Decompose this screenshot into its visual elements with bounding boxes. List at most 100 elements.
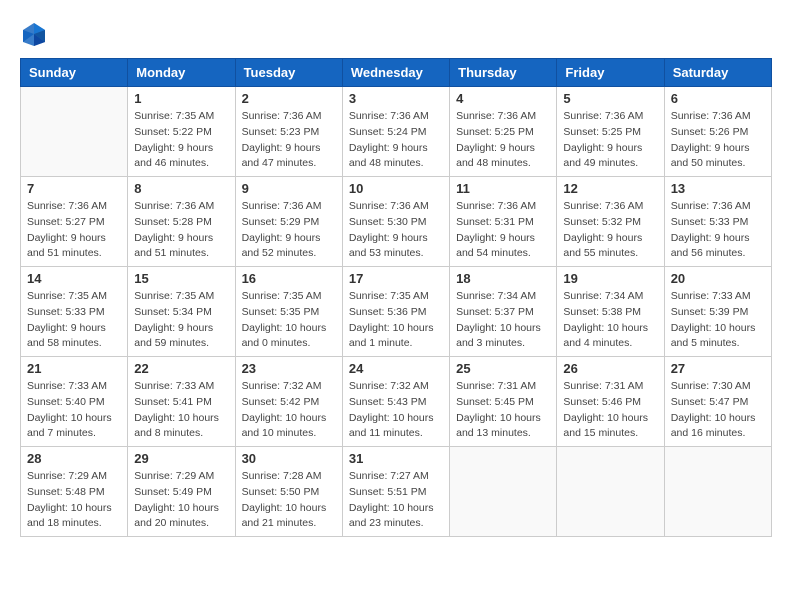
calendar-cell: 25 Sunrise: 7:31 AMSunset: 5:45 PMDayligh… — [450, 357, 557, 447]
calendar-cell: 28 Sunrise: 7:29 AMSunset: 5:48 PMDayligh… — [21, 447, 128, 537]
day-info: Sunrise: 7:33 AMSunset: 5:39 PMDaylight:… — [671, 289, 765, 352]
day-number: 2 — [242, 91, 336, 106]
calendar-header-thursday: Thursday — [450, 59, 557, 87]
calendar-cell: 6 Sunrise: 7:36 AMSunset: 5:26 PMDaylight… — [664, 87, 771, 177]
calendar-cell: 30 Sunrise: 7:28 AMSunset: 5:50 PMDayligh… — [235, 447, 342, 537]
calendar-cell: 7 Sunrise: 7:36 AMSunset: 5:27 PMDaylight… — [21, 177, 128, 267]
day-info: Sunrise: 7:30 AMSunset: 5:47 PMDaylight:… — [671, 379, 765, 442]
day-info: Sunrise: 7:32 AMSunset: 5:42 PMDaylight:… — [242, 379, 336, 442]
day-number: 24 — [349, 361, 443, 376]
day-number: 14 — [27, 271, 121, 286]
calendar-cell: 2 Sunrise: 7:36 AMSunset: 5:23 PMDaylight… — [235, 87, 342, 177]
day-number: 16 — [242, 271, 336, 286]
day-number: 3 — [349, 91, 443, 106]
day-info: Sunrise: 7:36 AMSunset: 5:31 PMDaylight:… — [456, 199, 550, 262]
calendar-cell: 12Sunrise: 7:36 AMSunset: 5:32 PMDayligh… — [557, 177, 664, 267]
calendar-cell: 20 Sunrise: 7:33 AMSunset: 5:39 PMDayligh… — [664, 267, 771, 357]
calendar-cell — [450, 447, 557, 537]
calendar-week-0: 1 Sunrise: 7:35 AMSunset: 5:22 PMDaylight… — [21, 87, 772, 177]
calendar-cell: 26 Sunrise: 7:31 AMSunset: 5:46 PMDayligh… — [557, 357, 664, 447]
calendar-cell: 13 Sunrise: 7:36 AMSunset: 5:33 PMDayligh… — [664, 177, 771, 267]
day-info: Sunrise: 7:36 AMSunset: 5:32 PMDaylight:… — [563, 199, 657, 262]
day-number: 20 — [671, 271, 765, 286]
day-number: 30 — [242, 451, 336, 466]
calendar-cell: 1 Sunrise: 7:35 AMSunset: 5:22 PMDaylight… — [128, 87, 235, 177]
calendar-header-tuesday: Tuesday — [235, 59, 342, 87]
calendar-header-row: SundayMondayTuesdayWednesdayThursdayFrid… — [21, 59, 772, 87]
day-number: 26 — [563, 361, 657, 376]
day-number: 25 — [456, 361, 550, 376]
calendar-cell: 19 Sunrise: 7:34 AMSunset: 5:38 PMDayligh… — [557, 267, 664, 357]
logo-icon — [20, 20, 48, 48]
day-number: 31 — [349, 451, 443, 466]
day-number: 10 — [349, 181, 443, 196]
calendar-cell — [21, 87, 128, 177]
calendar-week-2: 14Sunrise: 7:35 AMSunset: 5:33 PMDayligh… — [21, 267, 772, 357]
day-info: Sunrise: 7:36 AMSunset: 5:33 PMDaylight:… — [671, 199, 765, 262]
calendar: SundayMondayTuesdayWednesdayThursdayFrid… — [20, 58, 772, 537]
calendar-cell: 5Sunrise: 7:36 AMSunset: 5:25 PMDaylight… — [557, 87, 664, 177]
day-number: 9 — [242, 181, 336, 196]
day-number: 7 — [27, 181, 121, 196]
day-info: Sunrise: 7:36 AMSunset: 5:28 PMDaylight:… — [134, 199, 228, 262]
day-info: Sunrise: 7:35 AMSunset: 5:22 PMDaylight:… — [134, 109, 228, 172]
day-info: Sunrise: 7:36 AMSunset: 5:25 PMDaylight:… — [563, 109, 657, 172]
day-info: Sunrise: 7:35 AMSunset: 5:34 PMDaylight:… — [134, 289, 228, 352]
day-number: 29 — [134, 451, 228, 466]
day-number: 1 — [134, 91, 228, 106]
day-number: 22 — [134, 361, 228, 376]
day-info: Sunrise: 7:32 AMSunset: 5:43 PMDaylight:… — [349, 379, 443, 442]
day-number: 6 — [671, 91, 765, 106]
day-info: Sunrise: 7:36 AMSunset: 5:29 PMDaylight:… — [242, 199, 336, 262]
day-info: Sunrise: 7:35 AMSunset: 5:36 PMDaylight:… — [349, 289, 443, 352]
calendar-cell: 3Sunrise: 7:36 AMSunset: 5:24 PMDaylight… — [342, 87, 449, 177]
day-info: Sunrise: 7:27 AMSunset: 5:51 PMDaylight:… — [349, 469, 443, 532]
day-info: Sunrise: 7:29 AMSunset: 5:48 PMDaylight:… — [27, 469, 121, 532]
calendar-cell: 15 Sunrise: 7:35 AMSunset: 5:34 PMDayligh… — [128, 267, 235, 357]
calendar-header-wednesday: Wednesday — [342, 59, 449, 87]
calendar-cell: 11 Sunrise: 7:36 AMSunset: 5:31 PMDayligh… — [450, 177, 557, 267]
day-info: Sunrise: 7:36 AMSunset: 5:26 PMDaylight:… — [671, 109, 765, 172]
day-info: Sunrise: 7:36 AMSunset: 5:25 PMDaylight:… — [456, 109, 550, 172]
day-info: Sunrise: 7:34 AMSunset: 5:38 PMDaylight:… — [563, 289, 657, 352]
calendar-cell: 23 Sunrise: 7:32 AMSunset: 5:42 PMDayligh… — [235, 357, 342, 447]
calendar-cell: 10Sunrise: 7:36 AMSunset: 5:30 PMDayligh… — [342, 177, 449, 267]
calendar-cell: 4 Sunrise: 7:36 AMSunset: 5:25 PMDaylight… — [450, 87, 557, 177]
day-number: 17 — [349, 271, 443, 286]
day-info: Sunrise: 7:36 AMSunset: 5:23 PMDaylight:… — [242, 109, 336, 172]
logo — [20, 20, 52, 48]
day-number: 21 — [27, 361, 121, 376]
header — [20, 20, 772, 48]
day-number: 19 — [563, 271, 657, 286]
calendar-cell: 21 Sunrise: 7:33 AMSunset: 5:40 PMDayligh… — [21, 357, 128, 447]
day-info: Sunrise: 7:35 AMSunset: 5:35 PMDaylight:… — [242, 289, 336, 352]
day-info: Sunrise: 7:28 AMSunset: 5:50 PMDaylight:… — [242, 469, 336, 532]
calendar-week-4: 28 Sunrise: 7:29 AMSunset: 5:48 PMDayligh… — [21, 447, 772, 537]
calendar-cell — [664, 447, 771, 537]
day-info: Sunrise: 7:36 AMSunset: 5:27 PMDaylight:… — [27, 199, 121, 262]
day-number: 23 — [242, 361, 336, 376]
day-number: 4 — [456, 91, 550, 106]
day-info: Sunrise: 7:34 AMSunset: 5:37 PMDaylight:… — [456, 289, 550, 352]
calendar-header-monday: Monday — [128, 59, 235, 87]
day-number: 18 — [456, 271, 550, 286]
calendar-cell: 16 Sunrise: 7:35 AMSunset: 5:35 PMDayligh… — [235, 267, 342, 357]
day-number: 11 — [456, 181, 550, 196]
day-number: 28 — [27, 451, 121, 466]
day-number: 13 — [671, 181, 765, 196]
calendar-header-sunday: Sunday — [21, 59, 128, 87]
calendar-cell: 24 Sunrise: 7:32 AMSunset: 5:43 PMDayligh… — [342, 357, 449, 447]
day-info: Sunrise: 7:31 AMSunset: 5:46 PMDaylight:… — [563, 379, 657, 442]
day-number: 8 — [134, 181, 228, 196]
calendar-cell: 18 Sunrise: 7:34 AMSunset: 5:37 PMDayligh… — [450, 267, 557, 357]
calendar-week-3: 21 Sunrise: 7:33 AMSunset: 5:40 PMDayligh… — [21, 357, 772, 447]
day-number: 15 — [134, 271, 228, 286]
calendar-cell: 27Sunrise: 7:30 AMSunset: 5:47 PMDayligh… — [664, 357, 771, 447]
day-info: Sunrise: 7:33 AMSunset: 5:40 PMDaylight:… — [27, 379, 121, 442]
day-info: Sunrise: 7:31 AMSunset: 5:45 PMDaylight:… — [456, 379, 550, 442]
calendar-header-friday: Friday — [557, 59, 664, 87]
calendar-cell: 17 Sunrise: 7:35 AMSunset: 5:36 PMDayligh… — [342, 267, 449, 357]
day-info: Sunrise: 7:29 AMSunset: 5:49 PMDaylight:… — [134, 469, 228, 532]
calendar-cell: 14Sunrise: 7:35 AMSunset: 5:33 PMDayligh… — [21, 267, 128, 357]
calendar-cell: 22Sunrise: 7:33 AMSunset: 5:41 PMDayligh… — [128, 357, 235, 447]
